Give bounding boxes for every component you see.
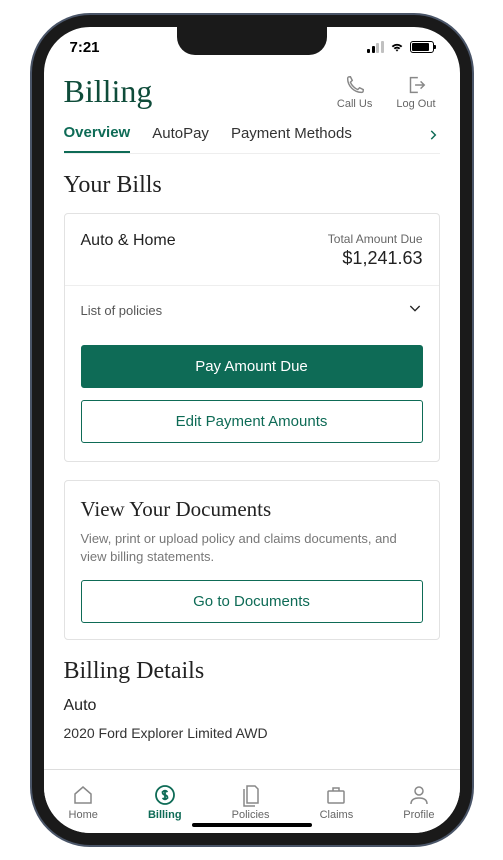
edit-payment-amounts-button[interactable]: Edit Payment Amounts: [81, 400, 423, 443]
logout-label: Log Out: [396, 98, 435, 110]
your-bills-title: Your Bills: [64, 172, 440, 199]
billing-details-item: 2020 Ford Explorer Limited AWD: [64, 725, 440, 741]
chevron-down-icon: [407, 300, 423, 321]
cellular-icon: [367, 41, 384, 53]
tab-profile-label: Profile: [403, 809, 434, 821]
profile-icon: [407, 783, 431, 807]
call-us-button[interactable]: Call Us: [337, 74, 372, 110]
documents-description: View, print or upload policy and claims …: [81, 530, 423, 566]
tab-payment-methods[interactable]: Payment Methods: [231, 125, 352, 152]
logout-button[interactable]: Log Out: [396, 74, 435, 110]
tab-claims-label: Claims: [320, 809, 354, 821]
tab-home-label: Home: [69, 809, 98, 821]
page-title: Billing: [64, 73, 153, 110]
documents-card: View Your Documents View, print or uploa…: [64, 480, 440, 640]
status-time: 7:21: [70, 39, 100, 56]
battery-icon: [410, 41, 434, 53]
bills-card: Auto & Home Total Amount Due $1,241.63 L…: [64, 213, 440, 462]
tab-profile[interactable]: Profile: [403, 783, 434, 821]
tabs: Overview AutoPay Payment Methods: [64, 124, 440, 154]
tab-home[interactable]: Home: [69, 783, 98, 821]
tabs-scroll-right[interactable]: [426, 126, 440, 147]
tab-claims[interactable]: Claims: [320, 783, 354, 821]
documents-title: View Your Documents: [81, 497, 423, 522]
claims-icon: [324, 783, 348, 807]
billing-icon: [153, 783, 177, 807]
wifi-icon: [389, 41, 405, 53]
total-due-label: Total Amount Due: [328, 232, 423, 246]
pay-amount-due-button[interactable]: Pay Amount Due: [81, 345, 423, 388]
tab-autopay[interactable]: AutoPay: [152, 125, 209, 152]
policies-icon: [239, 783, 263, 807]
billing-details-title: Billing Details: [64, 658, 440, 685]
policies-label: List of policies: [81, 303, 163, 318]
tab-billing[interactable]: Billing: [148, 783, 182, 821]
call-us-label: Call Us: [337, 98, 372, 110]
tab-policies[interactable]: Policies: [232, 783, 270, 821]
go-to-documents-button[interactable]: Go to Documents: [81, 580, 423, 623]
billing-details-category: Auto: [64, 697, 440, 715]
account-label: Auto & Home: [81, 232, 176, 269]
home-icon: [71, 783, 95, 807]
chevron-right-icon: [426, 128, 440, 142]
content-area: Your Bills Auto & Home Total Amount Due …: [44, 154, 460, 769]
phone-frame: 7:21 Billing: [32, 15, 472, 845]
notch: [177, 27, 327, 55]
home-indicator[interactable]: [192, 823, 312, 827]
tab-overview[interactable]: Overview: [64, 124, 131, 153]
tab-policies-label: Policies: [232, 809, 270, 821]
phone-icon: [344, 74, 366, 96]
logout-icon: [405, 74, 427, 96]
tab-billing-label: Billing: [148, 809, 182, 821]
total-due-amount: $1,241.63: [328, 248, 423, 269]
policies-expand[interactable]: List of policies: [65, 286, 439, 335]
status-indicators: [367, 41, 434, 53]
